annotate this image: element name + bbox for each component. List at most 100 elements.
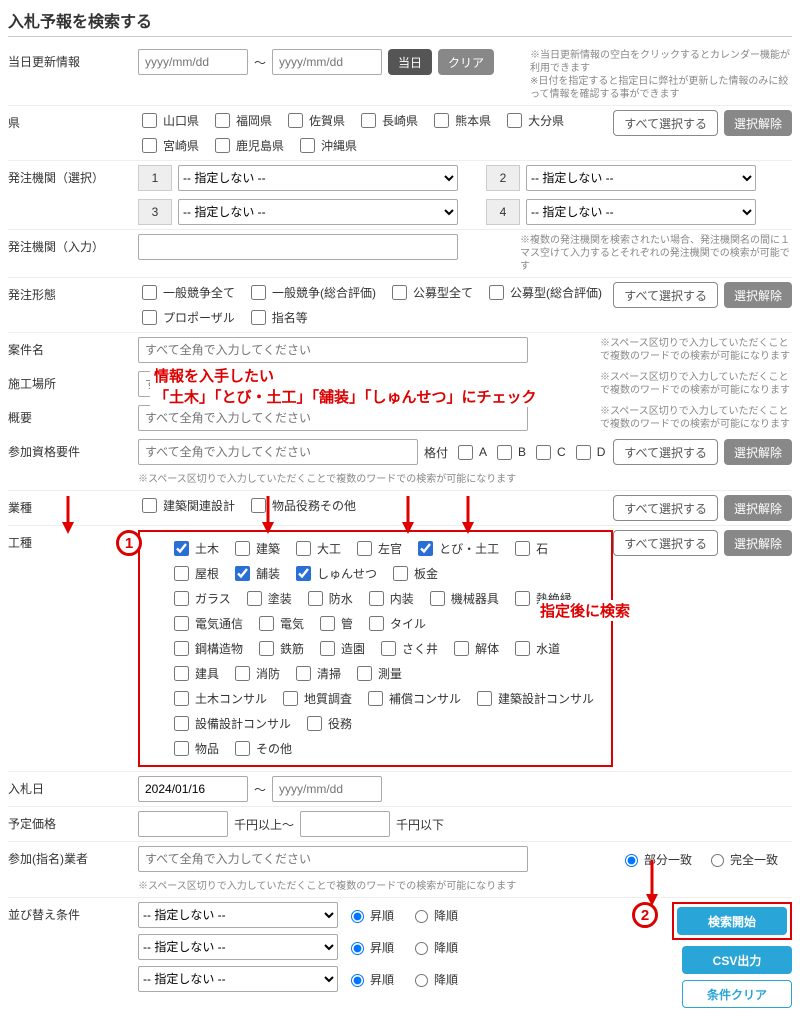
worktype-item[interactable]: 測量 bbox=[353, 663, 402, 684]
sort-1[interactable]: -- 指定しない -- bbox=[138, 902, 338, 928]
worktype-item[interactable]: 鋼構造物 bbox=[170, 638, 243, 659]
pref-item[interactable]: 長崎県 bbox=[357, 110, 418, 131]
worktype-item[interactable]: 機械器具 bbox=[426, 588, 499, 609]
pref-item[interactable]: 山口県 bbox=[138, 110, 199, 131]
match-exact[interactable]: 完全一致 bbox=[706, 851, 778, 868]
ordertype-all[interactable]: すべて選択する bbox=[613, 282, 718, 308]
clear-button[interactable]: クリア bbox=[438, 49, 494, 75]
worktype-item[interactable]: 電気 bbox=[255, 613, 304, 634]
grade-label: 格付 bbox=[424, 444, 448, 461]
orgsel-3[interactable]: -- 指定しない -- bbox=[178, 199, 458, 225]
qual-field[interactable] bbox=[138, 439, 418, 465]
pref-item[interactable]: 大分県 bbox=[503, 110, 564, 131]
ordertype-item[interactable]: 公募型(総合評価) bbox=[485, 282, 602, 303]
worktype-item[interactable]: 電気通信 bbox=[170, 613, 243, 634]
pref-clear[interactable]: 選択解除 bbox=[724, 110, 792, 136]
ordertype-item[interactable]: 公募型全て bbox=[388, 282, 473, 303]
industry-item[interactable]: 建築関連設計 bbox=[138, 495, 235, 516]
industry-all[interactable]: すべて選択する bbox=[613, 495, 718, 521]
biddate-from[interactable] bbox=[138, 776, 248, 802]
biddate-to[interactable] bbox=[272, 776, 382, 802]
orgsel-1[interactable]: -- 指定しない -- bbox=[178, 165, 458, 191]
grade-D[interactable]: D bbox=[572, 442, 606, 463]
qual-all[interactable]: すべて選択する bbox=[613, 439, 718, 465]
pref-item[interactable]: 鹿児島県 bbox=[211, 135, 284, 156]
worktype-item[interactable]: 解体 bbox=[450, 638, 499, 659]
update-date-from[interactable] bbox=[138, 49, 248, 75]
sort-3[interactable]: -- 指定しない -- bbox=[138, 966, 338, 992]
ordertype-item[interactable]: 一般競争(総合評価) bbox=[247, 282, 376, 303]
worktype-item[interactable]: 板金 bbox=[389, 563, 438, 584]
summary-field[interactable] bbox=[138, 405, 528, 431]
qual-clear[interactable]: 選択解除 bbox=[724, 439, 792, 465]
worktype-all[interactable]: すべて選択する bbox=[613, 530, 718, 556]
clearcond-button[interactable]: 条件クリア bbox=[682, 980, 792, 1008]
orgsel-2[interactable]: -- 指定しない -- bbox=[526, 165, 756, 191]
label-place: 施工場所 bbox=[8, 371, 138, 392]
worktype-item[interactable]: 建築設計コンサル bbox=[473, 688, 594, 709]
worktype-item[interactable]: 地質調査 bbox=[279, 688, 352, 709]
worktype-item[interactable]: 清掃 bbox=[292, 663, 341, 684]
sort-2[interactable]: -- 指定しない -- bbox=[138, 934, 338, 960]
worktype-item[interactable]: その他 bbox=[231, 738, 292, 759]
ordertype-item[interactable]: 一般競争全て bbox=[138, 282, 235, 303]
pref-item[interactable]: 佐賀県 bbox=[284, 110, 345, 131]
worktype-clear[interactable]: 選択解除 bbox=[724, 530, 792, 556]
worktype-item[interactable]: さく井 bbox=[377, 638, 438, 659]
worktype-item[interactable]: とび・土工 bbox=[414, 538, 499, 559]
price-from[interactable] bbox=[138, 811, 228, 837]
sort1-asc[interactable]: 昇順 bbox=[346, 907, 394, 924]
worktype-item[interactable]: ガラス bbox=[170, 588, 231, 609]
ordertype-item[interactable]: 指名等 bbox=[247, 307, 308, 328]
worktype-item[interactable]: 大工 bbox=[292, 538, 341, 559]
pref-item[interactable]: 福岡県 bbox=[211, 110, 272, 131]
worktype-item[interactable]: 防水 bbox=[304, 588, 353, 609]
worktype-item[interactable]: 塗装 bbox=[243, 588, 292, 609]
search-button[interactable]: 検索開始 bbox=[677, 907, 787, 935]
worktype-item[interactable]: 建具 bbox=[170, 663, 219, 684]
worktype-item[interactable]: 内装 bbox=[365, 588, 414, 609]
casename-field[interactable] bbox=[138, 337, 528, 363]
worktype-item[interactable]: 管 bbox=[316, 613, 353, 634]
update-date-to[interactable] bbox=[272, 49, 382, 75]
worktype-item[interactable]: タイル bbox=[365, 613, 426, 634]
pref-item[interactable]: 宮崎県 bbox=[138, 135, 199, 156]
worktype-item[interactable]: 役務 bbox=[303, 713, 352, 734]
grade-B[interactable]: B bbox=[493, 442, 526, 463]
grade-C[interactable]: C bbox=[532, 442, 566, 463]
worktype-item[interactable]: 物品 bbox=[170, 738, 219, 759]
sort3-desc[interactable]: 降順 bbox=[410, 971, 458, 988]
sort2-asc[interactable]: 昇順 bbox=[346, 939, 394, 956]
pref-item[interactable]: 熊本県 bbox=[430, 110, 491, 131]
worktype-item[interactable]: 水道 bbox=[511, 638, 560, 659]
pref-item[interactable]: 沖縄県 bbox=[296, 135, 357, 156]
worktype-item[interactable]: 設備設計コンサル bbox=[170, 713, 291, 734]
worktype-item[interactable]: 鉄筋 bbox=[255, 638, 304, 659]
nominee-field[interactable] bbox=[138, 846, 528, 872]
worktype-item[interactable]: 消防 bbox=[231, 663, 280, 684]
worktype-item[interactable]: 補償コンサル bbox=[364, 688, 461, 709]
sort2-desc[interactable]: 降順 bbox=[410, 939, 458, 956]
ordertype-clear[interactable]: 選択解除 bbox=[724, 282, 792, 308]
worktype-item[interactable]: 建築 bbox=[231, 538, 280, 559]
csv-button[interactable]: CSV出力 bbox=[682, 946, 792, 974]
worktype-item[interactable]: 石 bbox=[511, 538, 548, 559]
price-to[interactable] bbox=[300, 811, 390, 837]
orgsel-4[interactable]: -- 指定しない -- bbox=[526, 199, 756, 225]
sort3-asc[interactable]: 昇順 bbox=[346, 971, 394, 988]
worktype-item[interactable]: 土木 bbox=[170, 538, 219, 559]
ordertype-item[interactable]: プロポーザル bbox=[138, 307, 235, 328]
industry-clear[interactable]: 選択解除 bbox=[724, 495, 792, 521]
worktype-item[interactable]: 土木コンサル bbox=[170, 688, 267, 709]
grade-A[interactable]: A bbox=[454, 442, 487, 463]
pref-select-all[interactable]: すべて選択する bbox=[613, 110, 718, 136]
today-button[interactable]: 当日 bbox=[388, 49, 432, 75]
worktype-item[interactable]: 舗装 bbox=[231, 563, 280, 584]
worktype-item[interactable]: しゅんせつ bbox=[292, 563, 377, 584]
sort1-desc[interactable]: 降順 bbox=[410, 907, 458, 924]
orginput-field[interactable] bbox=[138, 234, 458, 260]
worktype-item[interactable]: 左官 bbox=[353, 538, 402, 559]
worktype-item[interactable]: 屋根 bbox=[170, 563, 219, 584]
summary-note: ※スペース区切りで入力していただくことで複数のワードでの検索が可能になります bbox=[592, 405, 792, 431]
worktype-item[interactable]: 造園 bbox=[316, 638, 365, 659]
